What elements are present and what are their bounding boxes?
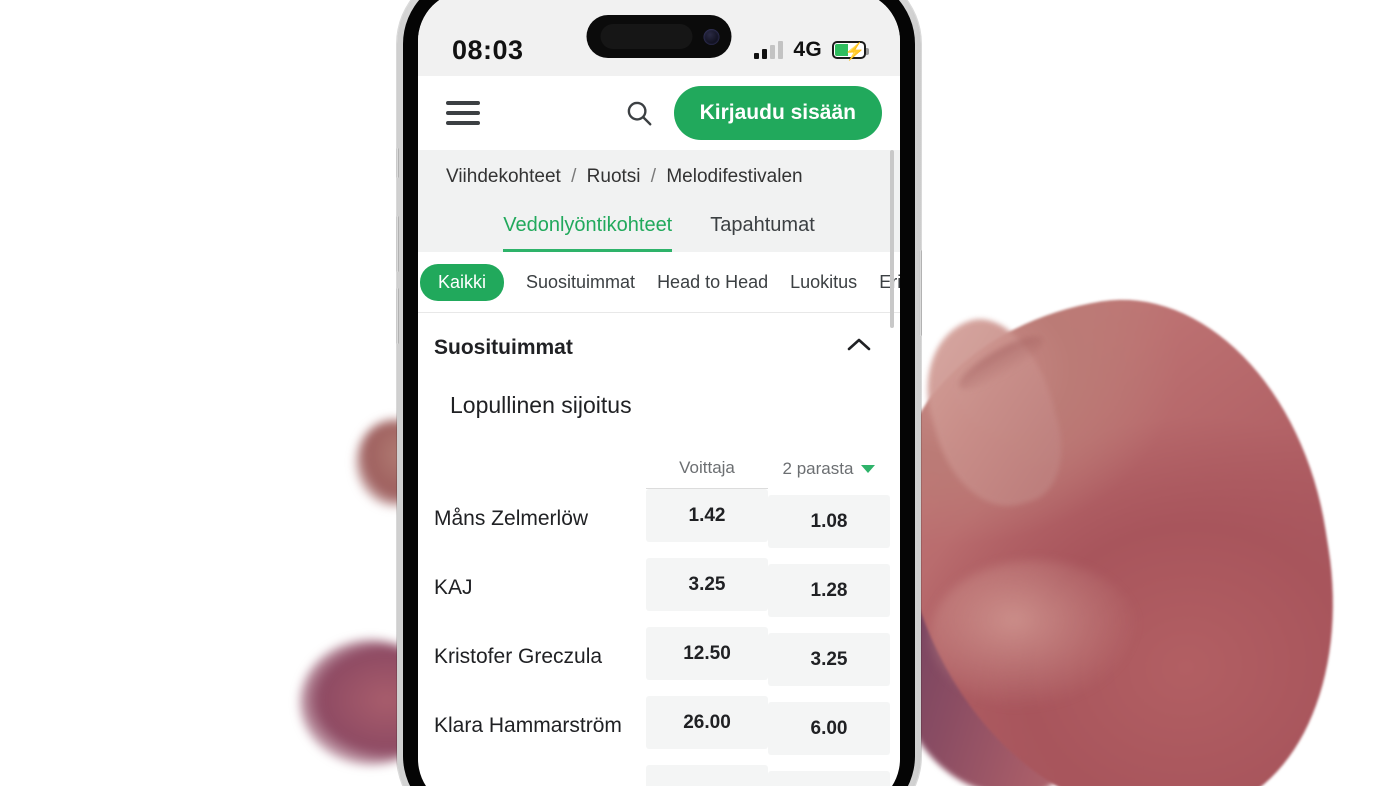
filter-chip-suosituimmat[interactable]: Suosituimmat — [526, 272, 635, 293]
column-header-2-parasta-label: 2 parasta — [782, 459, 854, 478]
hamburger-menu-icon[interactable] — [446, 101, 480, 125]
odds-button-top2[interactable] — [768, 771, 890, 786]
filter-chip-kaikki[interactable]: Kaikki — [420, 263, 505, 301]
section-title: Suosituimmat — [434, 335, 573, 359]
vertical-scrollbar[interactable] — [890, 150, 894, 328]
tab-vedonlyontikohteet[interactable]: Vedonlyöntikohteet — [503, 214, 673, 252]
breadcrumb-separator: / — [571, 166, 577, 187]
breadcrumb-item-0[interactable]: Viihdekohteet — [446, 166, 561, 187]
table-row: Kristofer Greczula 12.50 3.25 — [418, 627, 900, 688]
front-camera-lens — [703, 28, 720, 45]
runner-name — [418, 765, 646, 783]
status-bar: 08:03 4G ⚡ — [418, 0, 900, 76]
table-row: Klara Hammarström 26.00 6.00 — [418, 696, 900, 757]
network-type-label: 4G — [793, 38, 822, 61]
power-button[interactable] — [919, 250, 922, 336]
table-row: Måns Zelmerlöw 1.42 1.08 — [418, 489, 900, 550]
volume-up-button[interactable] — [396, 216, 399, 272]
odds-button-winner[interactable]: 26.00 — [646, 696, 768, 749]
tab-tapahtumat[interactable]: Tapahtumat — [710, 214, 815, 252]
odds-button-winner[interactable] — [646, 765, 768, 786]
signal-bars-icon — [754, 40, 784, 59]
charging-bolt-icon: ⚡ — [844, 42, 866, 61]
login-button[interactable]: Kirjaudu sisään — [673, 86, 882, 140]
breadcrumb-separator: / — [650, 166, 657, 187]
screenshot-root: 08:03 4G ⚡ Kirjaudu sisään Viihdekohteet… — [0, 0, 1378, 786]
silent-switch-button[interactable] — [396, 148, 399, 178]
runner-name: Kristofer Greczula — [434, 645, 603, 668]
filter-chip-luokitus[interactable]: Luokitus — [790, 272, 857, 293]
table-row — [418, 765, 900, 786]
app-header: Kirjaudu sisään — [418, 76, 900, 150]
subheader-scroll-region: Viihdekohteet / Ruotsi / Melodifestivale… — [418, 150, 900, 328]
chevron-up-icon[interactable] — [844, 335, 874, 360]
volume-down-button[interactable] — [396, 288, 399, 344]
caret-down-icon[interactable] — [861, 465, 876, 473]
column-header-voittaja[interactable]: Voittaja — [646, 458, 768, 489]
breadcrumb: Viihdekohteet / Ruotsi / Melodifestivale… — [418, 166, 900, 188]
battery-charging-icon: ⚡ — [832, 41, 869, 61]
phone-device: 08:03 4G ⚡ Kirjaudu sisään Viihdekohteet… — [396, 0, 922, 786]
runner-name: Måns Zelmerlöw — [434, 507, 589, 530]
filter-chip-row[interactable]: Kaikki Suosituimmat Head to Head Luokitu… — [418, 252, 900, 313]
section-tabs: Vedonlyöntikohteet Tapahtumat — [418, 214, 900, 252]
phone-screen: 08:03 4G ⚡ Kirjaudu sisään Viihdekohteet… — [418, 0, 900, 786]
right-thumb-knuckle — [930, 560, 1140, 710]
dynamic-island — [586, 15, 732, 58]
runner-name: Klara Hammarström — [434, 714, 622, 737]
odds-button-winner[interactable]: 3.25 — [646, 558, 768, 611]
table-row: KAJ 3.25 1.28 — [418, 558, 900, 619]
odds-button-top2[interactable]: 6.00 — [768, 702, 890, 755]
earpiece-speaker — [600, 24, 693, 49]
section-header[interactable]: Suosituimmat — [418, 313, 900, 378]
subheader: Viihdekohteet / Ruotsi / Melodifestivale… — [418, 150, 900, 252]
odds-table-header: Voittaja 2 parasta — [418, 445, 900, 489]
odds-button-top2[interactable]: 1.28 — [768, 564, 890, 617]
column-header-2-parasta[interactable]: 2 parasta — [768, 459, 890, 489]
breadcrumb-item-2: Melodifestivalen — [666, 166, 803, 187]
market-title: Lopullinen sijoitus — [418, 378, 900, 445]
odds-button-winner[interactable]: 1.42 — [646, 489, 768, 542]
odds-button-top2[interactable]: 3.25 — [768, 633, 890, 686]
odds-button-winner[interactable]: 12.50 — [646, 627, 768, 680]
runner-name: KAJ — [434, 576, 473, 599]
search-icon[interactable] — [622, 96, 656, 130]
odds-table-body: Måns Zelmerlöw 1.42 1.08 KAJ 3.25 1.28 K… — [418, 489, 900, 786]
breadcrumb-item-1[interactable]: Ruotsi — [587, 166, 641, 187]
status-clock: 08:03 — [452, 35, 524, 65]
filter-chip-head-to-head[interactable]: Head to Head — [657, 272, 768, 293]
status-indicators: 4G ⚡ — [754, 38, 869, 70]
odds-button-top2[interactable]: 1.08 — [768, 495, 890, 548]
